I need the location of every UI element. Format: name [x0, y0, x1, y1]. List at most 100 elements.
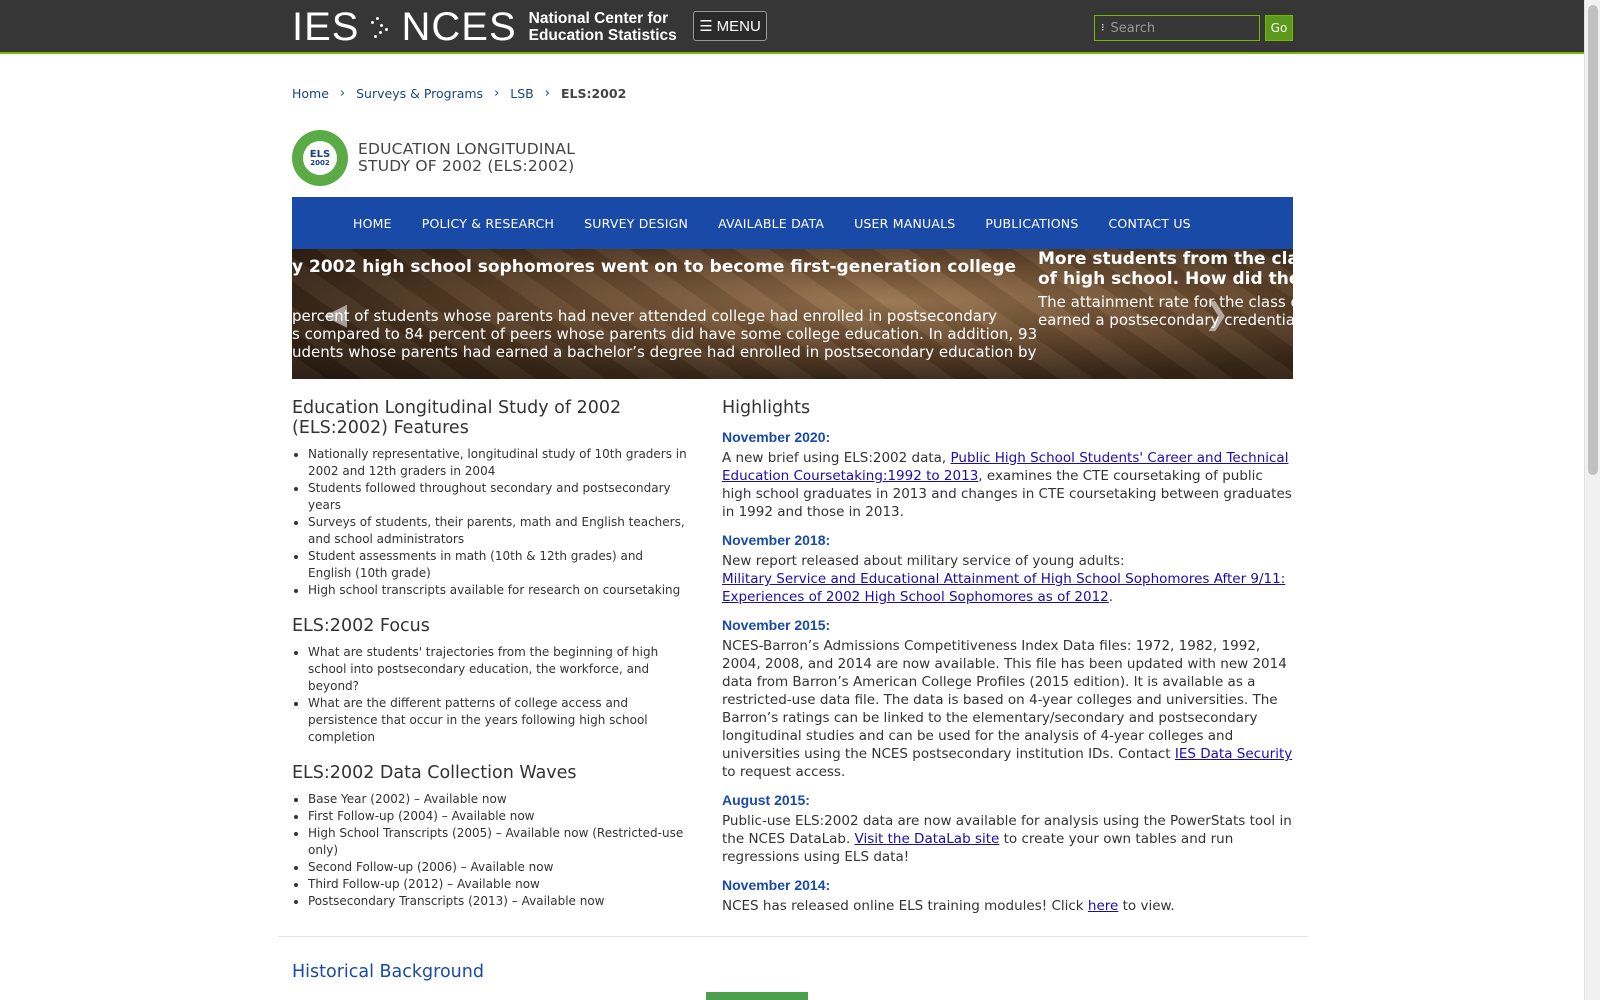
- carousel-next-line: earned a postsecondary credential: [1038, 311, 1293, 329]
- page-scrollbar[interactable]: [1584, 0, 1600, 1000]
- highlight-date: August 2015:: [722, 792, 810, 808]
- main-nav: HOME POLICY & RESEARCH SURVEY DESIGN AVA…: [292, 197, 1293, 249]
- list-item: Base Year (2002) – Available now: [308, 791, 687, 808]
- waves-list: Base Year (2002) – Available now First F…: [292, 791, 687, 910]
- list-item: First Follow-up (2004) – Available now: [308, 808, 687, 825]
- list-item: Nationally representative, longitudinal …: [308, 446, 687, 480]
- highlight-text-part: to view.: [1118, 898, 1175, 914]
- highlights-column: Highlights November 2020: A new brief us…: [722, 398, 1294, 925]
- nav-policy-research[interactable]: POLICY & RESEARCH: [422, 216, 554, 231]
- list-item: What are students' trajectories from the…: [308, 644, 687, 695]
- military-service-link[interactable]: Military Service and Educational Attainm…: [722, 571, 1285, 605]
- study-title: EDUCATION LONGITUDINAL STUDY OF 2002 (EL…: [358, 141, 575, 175]
- breadcrumb: Home › Surveys & Programs › LSB › ELS:20…: [292, 86, 626, 101]
- list-item: High School Transcripts (2005) – Availab…: [308, 825, 687, 859]
- breadcrumb-surveys-programs[interactable]: Surveys & Programs: [356, 86, 483, 101]
- breadcrumb-lsb[interactable]: LSB: [510, 86, 533, 101]
- carousel-slide-title[interactable]: y 2002 high school sophomores went on to…: [292, 257, 1016, 277]
- highlight-date: November 2020:: [722, 429, 831, 445]
- study-title-line2: STUDY OF 2002 (ELS:2002): [358, 157, 575, 175]
- logo-nces-text: NCES: [401, 4, 517, 49]
- els-logo-inner: ELS 2002: [303, 141, 337, 175]
- carousel-prev-arrow-icon[interactable]: ◀: [324, 297, 347, 332]
- highlight-text: Public-use ELS:2002 data are now availab…: [722, 812, 1294, 866]
- focus-list: What are students' trajectories from the…: [292, 644, 687, 746]
- search-dots-icon: ⁝: [1101, 21, 1105, 34]
- highlight-text-part: New report released about military servi…: [722, 553, 1125, 569]
- top-header-bar: IES NCES National Center for Education S…: [0, 0, 1584, 54]
- nav-user-manuals[interactable]: USER MANUALS: [854, 216, 955, 231]
- waves-heading: ELS:2002 Data Collection Waves: [292, 763, 577, 783]
- focus-heading: ELS:2002 Focus: [292, 616, 430, 636]
- menu-button[interactable]: ☰ MENU: [693, 11, 767, 41]
- features-list: Nationally representative, longitudinal …: [292, 446, 687, 599]
- logo-subtitle: National Center for Education Statistics: [529, 10, 677, 44]
- search-go-button[interactable]: Go: [1265, 15, 1293, 41]
- features-heading: Education Longitudinal Study of 2002 (EL…: [292, 398, 622, 438]
- menu-button-label: MENU: [716, 17, 761, 35]
- breadcrumb-current: ELS:2002: [560, 86, 627, 101]
- hamburger-icon: ☰: [699, 18, 713, 35]
- highlight-text-part: .: [1108, 589, 1114, 605]
- list-item: High school transcripts available for re…: [308, 582, 687, 599]
- training-modules-link[interactable]: here: [1088, 898, 1118, 914]
- breadcrumb-home[interactable]: Home: [292, 86, 329, 101]
- carousel-next-slide-text: The attainment rate for the class o earn…: [1038, 293, 1293, 329]
- list-item: Second Follow-up (2006) – Available now: [308, 859, 687, 876]
- left-column: Education Longitudinal Study of 2002 (EL…: [292, 398, 687, 927]
- back-to-top-tab[interactable]: [706, 992, 808, 1000]
- logo-subtitle-line2: Education Statistics: [528, 27, 677, 44]
- highlight-text: A new brief using ELS:2002 data, Public …: [722, 449, 1294, 521]
- highlight-text-part: NCES has released online ELS training mo…: [722, 898, 1088, 914]
- highlight-text-part: A new brief using ELS:2002 data,: [722, 450, 951, 466]
- chevron-right-icon: ›: [544, 86, 550, 101]
- ies-nces-logo[interactable]: IES NCES National Center for Education S…: [292, 4, 677, 49]
- study-title-line1: EDUCATION LONGITUDINAL: [358, 140, 576, 158]
- section-divider: [278, 936, 1308, 937]
- list-item: Postsecondary Transcripts (2013) – Avail…: [308, 893, 687, 910]
- list-item: What are the different patterns of colle…: [308, 695, 687, 746]
- carousel-slide-line: udents whose parents had earned a bachel…: [292, 343, 1037, 361]
- ies-data-security-link[interactable]: IES Data Security: [1175, 746, 1292, 762]
- highlight-text: NCES has released online ELS training mo…: [722, 897, 1294, 915]
- highlight-date: November 2018:: [722, 532, 831, 548]
- search-box[interactable]: ⁝: [1094, 15, 1260, 41]
- carousel-slide-line: percent of students whose parents had ne…: [292, 307, 998, 325]
- carousel-next-title-line: of high school. How did the a: [1038, 269, 1293, 289]
- highlight-text-part: to request access.: [722, 764, 846, 780]
- nav-publications[interactable]: PUBLICATIONS: [985, 216, 1078, 231]
- historical-background-heading: Historical Background: [292, 962, 484, 982]
- nav-home[interactable]: HOME: [353, 216, 392, 231]
- list-item: Students followed throughout secondary a…: [308, 480, 687, 514]
- nav-available-data[interactable]: AVAILABLE DATA: [718, 216, 824, 231]
- list-item: Surveys of students, their parents, math…: [308, 514, 687, 548]
- nav-survey-design[interactable]: SURVEY DESIGN: [584, 216, 688, 231]
- nav-contact-us[interactable]: CONTACT US: [1108, 216, 1190, 231]
- carousel-next-title-line: More students from the class: [1038, 249, 1293, 269]
- highlight-date: November 2014:: [722, 877, 831, 893]
- logo-dots-icon: [367, 7, 393, 47]
- chevron-right-icon: ›: [339, 86, 346, 101]
- highlights-heading: Highlights: [722, 398, 811, 418]
- carousel-slide-line: s compared to 84 percent of peers whose …: [292, 325, 1038, 343]
- list-item: Student assessments in math (10th & 12th…: [308, 548, 687, 582]
- els-logo-year: 2002: [310, 158, 330, 167]
- datalab-link[interactable]: Visit the DataLab site: [855, 831, 1000, 847]
- logo-ies-text: IES: [292, 4, 360, 49]
- carousel-next-arrow-icon[interactable]: ❯: [1204, 297, 1229, 332]
- highlight-date: November 2015:: [722, 617, 831, 633]
- search-input[interactable]: [1110, 20, 1251, 36]
- chevron-right-icon: ›: [494, 86, 500, 101]
- logo-subtitle-line1: National Center for: [528, 10, 669, 27]
- carousel-slide-text: percent of students whose parents had ne…: [292, 307, 1038, 361]
- els-logo-text: ELS: [309, 148, 331, 160]
- feature-carousel[interactable]: y 2002 high school sophomores went on to…: [292, 249, 1293, 379]
- carousel-next-line: The attainment rate for the class o: [1038, 293, 1293, 311]
- highlight-text: New report released about military servi…: [722, 552, 1294, 606]
- carousel-next-slide-title[interactable]: More students from the class of high sch…: [1038, 249, 1293, 289]
- list-item: Third Follow-up (2012) – Available now: [308, 876, 687, 893]
- highlight-text: NCES-Barron’s Admissions Competitiveness…: [722, 637, 1294, 781]
- highlight-text-part: NCES-Barron’s Admissions Competitiveness…: [722, 638, 1287, 762]
- scrollbar-thumb[interactable]: [1588, 5, 1598, 475]
- els-2002-logo[interactable]: ELS 2002: [292, 130, 348, 186]
